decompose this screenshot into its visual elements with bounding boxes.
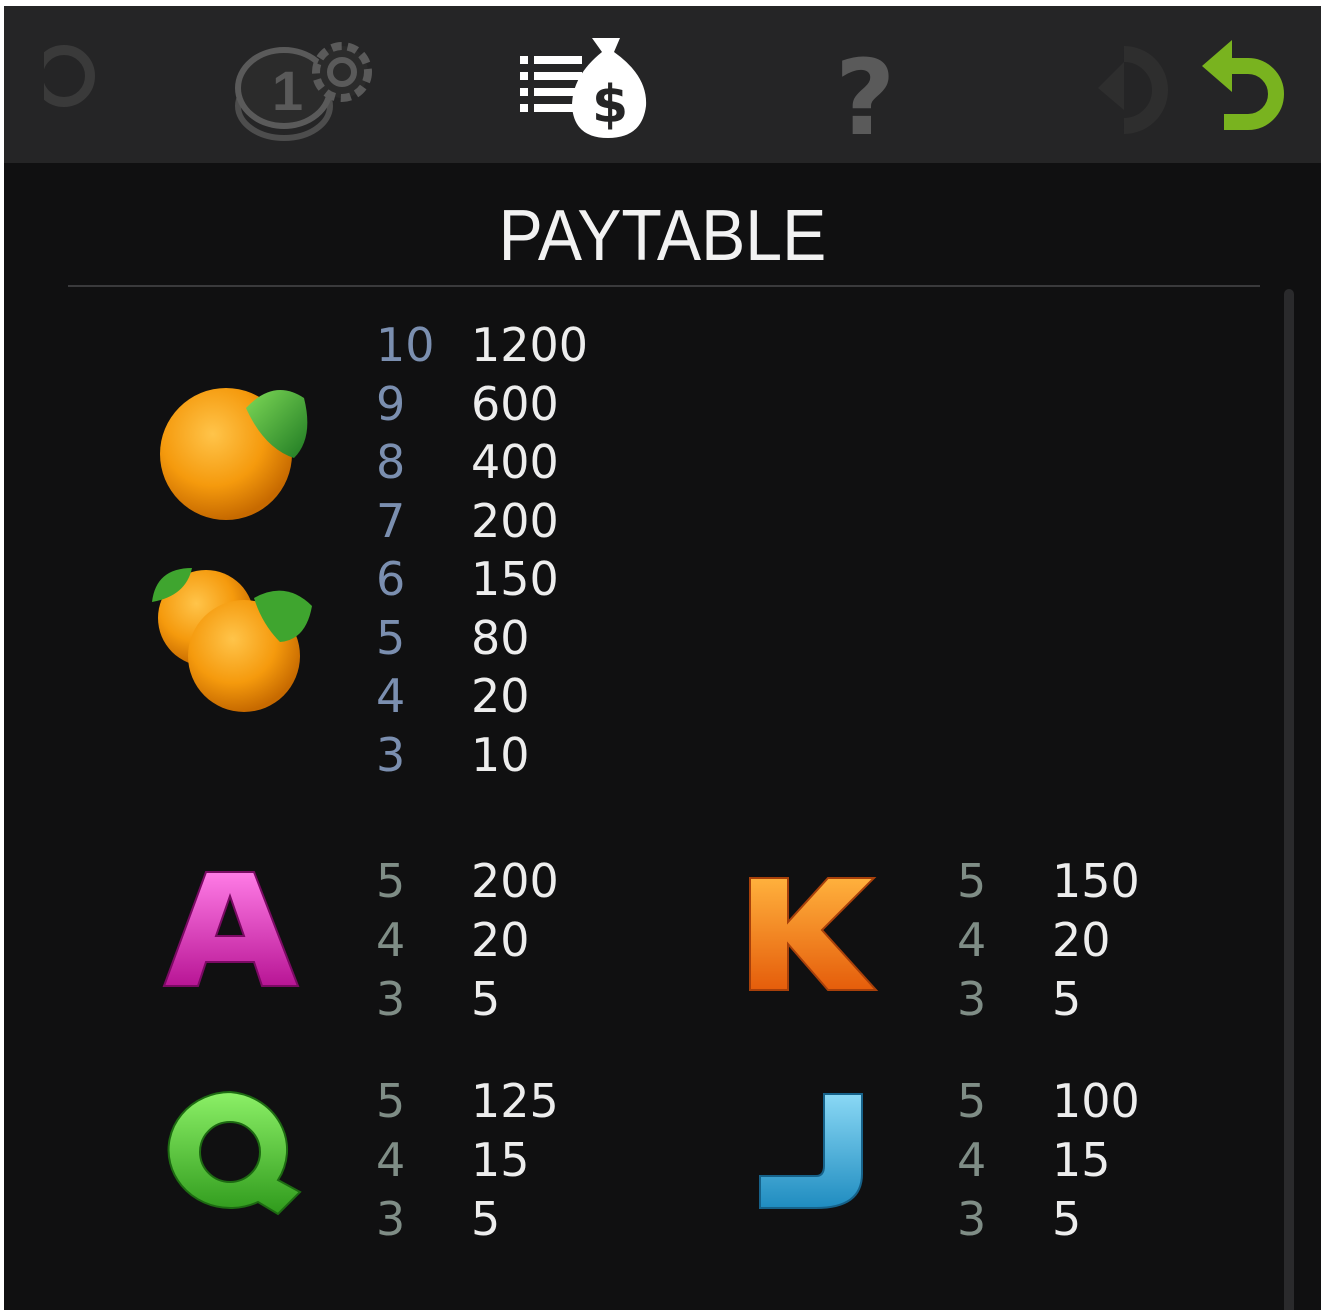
pay-row: 4 15 bbox=[957, 1135, 1217, 1185]
symbol-count: 4 bbox=[957, 1133, 987, 1187]
orange-symbol bbox=[154, 378, 314, 528]
payout-value: 10 bbox=[471, 727, 530, 782]
pay-row: 4 15 bbox=[376, 1135, 636, 1185]
symbol-count: 10 bbox=[376, 318, 435, 372]
title-divider bbox=[68, 285, 1260, 287]
settings-icon[interactable] bbox=[44, 6, 104, 163]
symbol-a bbox=[160, 864, 300, 999]
symbol-count: 3 bbox=[376, 1192, 406, 1246]
payout-value: 20 bbox=[1052, 913, 1111, 967]
pay-row: 6 150 bbox=[376, 554, 636, 604]
paytable-icon[interactable]: $ bbox=[514, 6, 654, 163]
paytable-screen: 1 $ ? PAYTABLE 10 1200 9 600 8 400 7 200… bbox=[4, 6, 1321, 1310]
payout-value: 20 bbox=[471, 913, 530, 967]
page-title: PAYTABLE bbox=[498, 196, 827, 276]
payout-value: 20 bbox=[471, 669, 530, 723]
payout-value: 1200 bbox=[471, 318, 589, 372]
symbol-count: 5 bbox=[376, 610, 406, 665]
payout-value: 5 bbox=[471, 972, 501, 1026]
pay-row: 35 bbox=[376, 1194, 636, 1244]
payout-value: 150 bbox=[1052, 854, 1140, 908]
payout-value: 200 bbox=[471, 854, 559, 908]
pay-row: 5 150 bbox=[957, 856, 1217, 906]
pay-row: 10 1200 bbox=[376, 320, 636, 370]
symbol-count: 9 bbox=[376, 376, 406, 431]
symbol-count: 4 bbox=[376, 1133, 406, 1187]
symbol-count: 6 bbox=[376, 552, 406, 606]
payout-value: 400 bbox=[471, 435, 559, 489]
svg-text:?: ? bbox=[835, 37, 895, 159]
back-icon[interactable] bbox=[1194, 6, 1294, 163]
pay-row: 5 200 bbox=[376, 856, 636, 906]
payout-value: 15 bbox=[471, 1133, 530, 1187]
pay-row: 35 bbox=[957, 974, 1217, 1024]
double-orange-symbol bbox=[146, 562, 316, 717]
symbol-count: 5 bbox=[957, 1074, 987, 1128]
pay-row: 8 400 bbox=[376, 437, 636, 487]
undo-icon[interactable] bbox=[1084, 6, 1174, 163]
pay-row: 5 80 bbox=[376, 613, 636, 663]
pay-row: 4 20 bbox=[957, 915, 1217, 965]
scrollbar[interactable] bbox=[1284, 289, 1294, 1310]
payout-value: 100 bbox=[1052, 1074, 1140, 1128]
bet-settings-icon[interactable]: 1 bbox=[234, 6, 384, 163]
symbol-k bbox=[744, 872, 884, 1002]
toolbar: 1 $ ? bbox=[4, 6, 1321, 163]
pay-row: 4 20 bbox=[376, 671, 636, 721]
pay-row: 35 bbox=[957, 1194, 1217, 1244]
symbol-count: 3 bbox=[376, 727, 406, 782]
payout-value: 5 bbox=[471, 1192, 501, 1246]
symbol-count: 8 bbox=[376, 435, 406, 489]
pay-row: 7 200 bbox=[376, 496, 636, 546]
symbol-count: 5 bbox=[957, 854, 987, 908]
payout-value: 80 bbox=[471, 610, 530, 665]
pay-row: 5 125 bbox=[376, 1076, 636, 1126]
symbol-count: 3 bbox=[957, 972, 987, 1026]
payout-value: 600 bbox=[471, 376, 559, 431]
pay-row: 35 bbox=[376, 974, 636, 1024]
symbol-q bbox=[160, 1086, 305, 1221]
payout-value: 15 bbox=[1052, 1133, 1111, 1187]
pay-row: 5 100 bbox=[957, 1076, 1217, 1126]
symbol-count: 7 bbox=[376, 493, 406, 548]
symbol-count: 4 bbox=[957, 913, 987, 967]
payout-value: 125 bbox=[471, 1074, 559, 1128]
pay-row: 3 10 bbox=[376, 730, 636, 780]
payout-value: 200 bbox=[471, 493, 559, 548]
pay-row: 9 600 bbox=[376, 379, 636, 429]
symbol-count: 4 bbox=[376, 913, 406, 967]
svg-text:1: 1 bbox=[272, 59, 303, 122]
symbol-count: 5 bbox=[376, 1074, 406, 1128]
symbol-j bbox=[754, 1090, 874, 1220]
payout-value: 5 bbox=[1052, 972, 1082, 1026]
symbol-count: 4 bbox=[376, 669, 406, 723]
payout-value: 150 bbox=[471, 552, 559, 606]
pay-row: 4 20 bbox=[376, 915, 636, 965]
payout-value: 5 bbox=[1052, 1192, 1082, 1246]
symbol-count: 3 bbox=[376, 972, 406, 1026]
symbol-count: 3 bbox=[957, 1192, 987, 1246]
svg-text:$: $ bbox=[592, 75, 628, 135]
help-icon[interactable]: ? bbox=[829, 6, 909, 163]
symbol-count: 5 bbox=[376, 854, 406, 908]
